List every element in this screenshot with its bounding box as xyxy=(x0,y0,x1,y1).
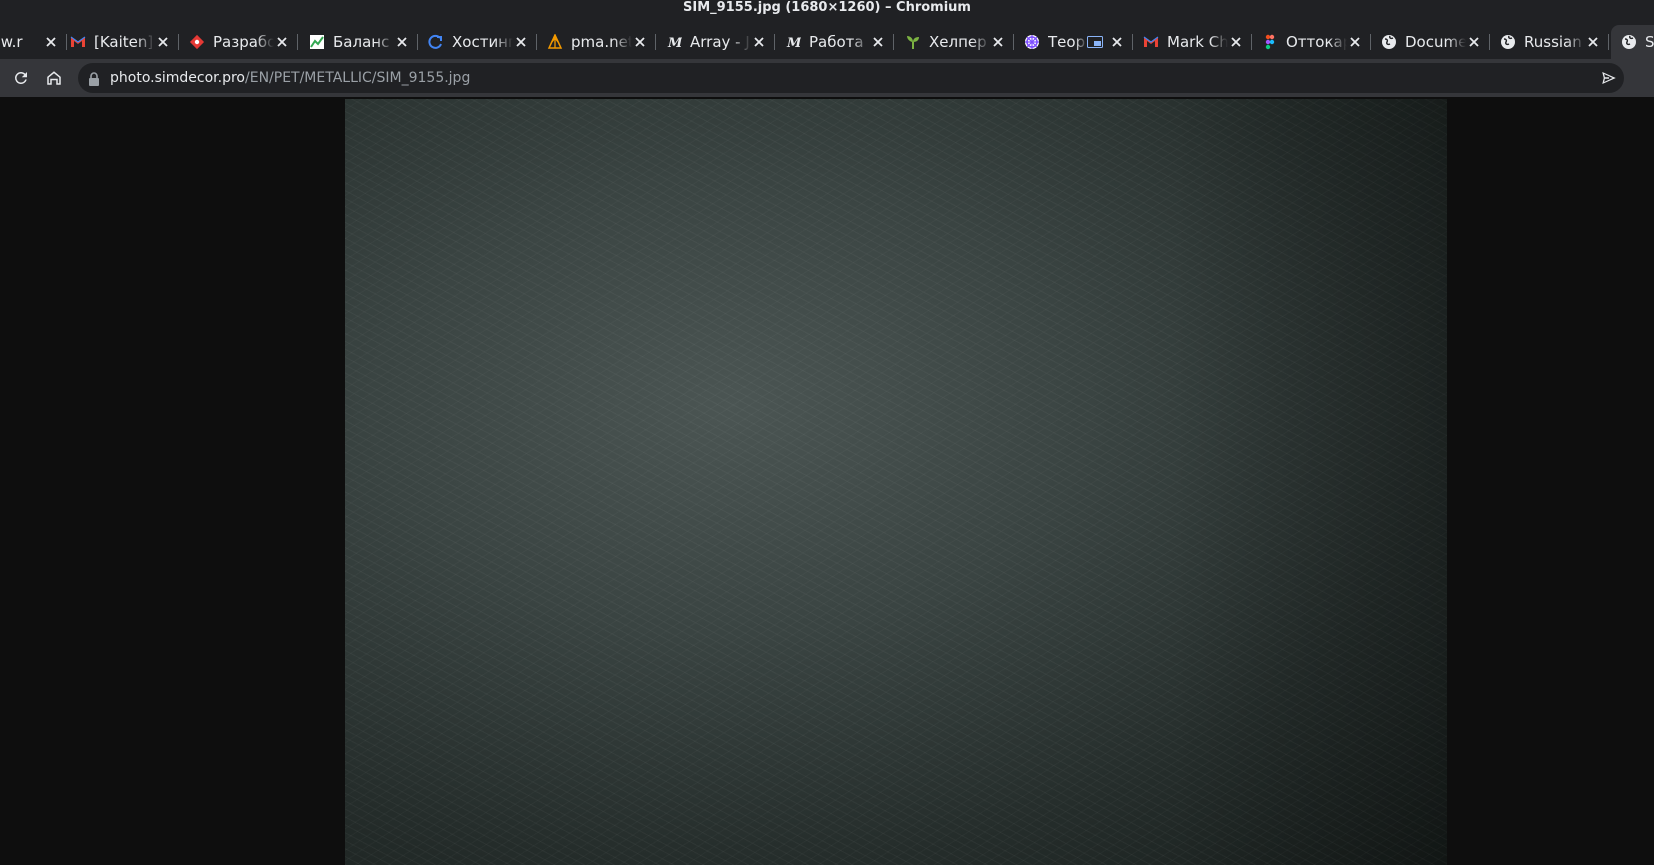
tab-title: Хелпер xyxy=(929,33,987,51)
loop-icon xyxy=(428,34,444,50)
tab-title: Docume xyxy=(1405,33,1466,51)
tab-strip: new.r [Kaiten] Разрабо Баланс Хостинг pma.net… xyxy=(0,25,1654,59)
tab-title: Array - J xyxy=(690,33,750,51)
reload-icon[interactable] xyxy=(9,66,33,90)
globe-icon xyxy=(1381,34,1397,50)
tab-title: Разрабо xyxy=(213,33,274,51)
tab-separator xyxy=(297,34,298,50)
helm-icon xyxy=(1024,34,1040,50)
gmail-icon xyxy=(1143,34,1159,50)
tab-title: Теор xyxy=(1048,33,1086,51)
gmail-icon xyxy=(70,34,86,50)
tab-4[interactable]: Баланс xyxy=(299,25,418,59)
lock-icon[interactable] xyxy=(88,71,100,90)
diamond-icon xyxy=(189,34,205,50)
close-tab-icon[interactable] xyxy=(1109,34,1125,50)
tab-7[interactable]: M Array - J xyxy=(656,25,775,59)
tab-3[interactable]: Разрабо xyxy=(179,25,298,59)
svg-text:M: M xyxy=(667,36,682,50)
close-tab-icon[interactable] xyxy=(394,34,410,50)
close-tab-icon[interactable] xyxy=(1466,34,1482,50)
send-icon[interactable] xyxy=(1600,69,1618,87)
url-host: photo.simdecor.pro xyxy=(110,70,245,86)
browser-window: SIM_9155.jpg (1680×1260) – Chromium new.… xyxy=(0,0,1654,865)
tab-8[interactable]: M Работа xyxy=(775,25,894,59)
close-tab-icon[interactable] xyxy=(751,34,767,50)
toolbar: photo.simdecor.pro/EN/PET/METALLIC/SIM_9… xyxy=(0,59,1654,97)
sprout-icon xyxy=(905,34,921,50)
image-shading xyxy=(345,99,1447,865)
close-tab-icon[interactable] xyxy=(1228,34,1244,50)
tab-title: Хостинг xyxy=(452,33,513,51)
close-tab-icon[interactable] xyxy=(1347,34,1363,50)
tab-title: Оттокар xyxy=(1286,33,1347,51)
tab-14[interactable]: Russian xyxy=(1490,25,1609,59)
tab-15[interactable]: S xyxy=(1611,25,1654,59)
tab-separator xyxy=(893,34,894,50)
home-icon[interactable] xyxy=(42,66,66,90)
tab-2[interactable]: [Kaiten] xyxy=(60,25,179,59)
close-tab-icon[interactable] xyxy=(990,34,1006,50)
globe-icon xyxy=(1500,34,1516,50)
medium-icon: M xyxy=(666,34,682,50)
tab-title: Баланс xyxy=(333,33,390,51)
tab-title: Russian xyxy=(1524,33,1582,51)
tab-12[interactable]: Оттокар xyxy=(1252,25,1371,59)
url-path: /EN/PET/METALLIC/SIM_9155.jpg xyxy=(245,70,471,86)
url-text[interactable]: photo.simdecor.pro/EN/PET/METALLIC/SIM_9… xyxy=(110,63,470,93)
medium-icon: M xyxy=(785,34,801,50)
metallic-texture-image[interactable] xyxy=(345,99,1447,865)
tab-title: Работа xyxy=(809,33,864,51)
figma-icon xyxy=(1262,34,1278,50)
sail-icon xyxy=(547,34,563,50)
window-title: SIM_9155.jpg (1680×1260) – Chromium xyxy=(0,0,1654,25)
close-tab-icon[interactable] xyxy=(274,34,290,50)
tab-11[interactable]: Mark Ch xyxy=(1133,25,1252,59)
close-tab-icon[interactable] xyxy=(632,34,648,50)
close-tab-icon[interactable] xyxy=(43,34,59,50)
tab-10[interactable]: Теор xyxy=(1014,25,1133,59)
picture-in-picture-icon xyxy=(1087,36,1103,48)
close-tab-icon[interactable] xyxy=(513,34,529,50)
tab-13[interactable]: Docume xyxy=(1371,25,1490,59)
page-viewport xyxy=(0,97,1654,865)
address-bar[interactable]: photo.simdecor.pro/EN/PET/METALLIC/SIM_9… xyxy=(78,63,1624,93)
tab-title: new.r xyxy=(0,33,23,51)
tab-title: Mark Ch xyxy=(1167,33,1228,51)
chart-icon xyxy=(309,34,325,50)
close-tab-icon[interactable] xyxy=(155,34,171,50)
tab-separator xyxy=(1608,34,1609,50)
tab-title: [Kaiten] xyxy=(94,33,154,51)
close-tab-icon[interactable] xyxy=(870,34,886,50)
tab-5[interactable]: Хостинг xyxy=(418,25,537,59)
tab-1[interactable]: new.r xyxy=(0,25,67,59)
tab-9[interactable]: Хелпер xyxy=(895,25,1014,59)
tab-6[interactable]: pma.net xyxy=(537,25,656,59)
svg-text:M: M xyxy=(786,36,801,50)
close-tab-icon[interactable] xyxy=(1585,34,1601,50)
tab-title: S xyxy=(1645,33,1654,51)
globe-icon xyxy=(1621,34,1637,50)
tab-title: pma.net xyxy=(571,33,632,51)
